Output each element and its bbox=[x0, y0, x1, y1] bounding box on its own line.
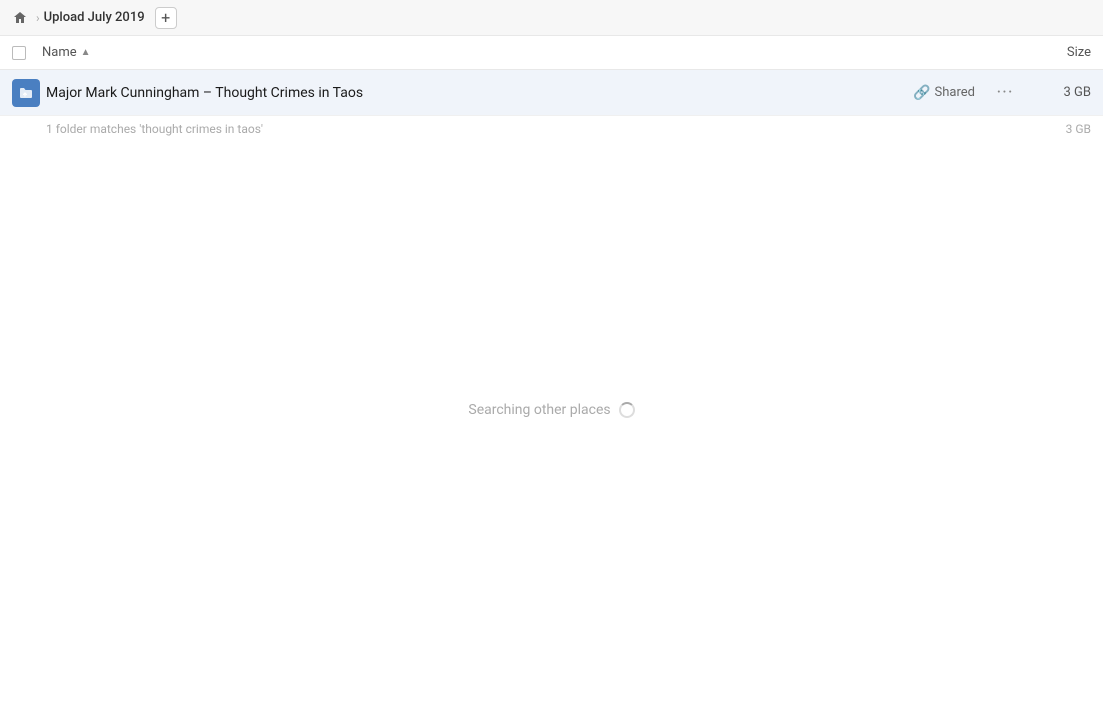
file-name: Major Mark Cunningham – Thought Crimes i… bbox=[46, 85, 913, 101]
breadcrumb-separator: › bbox=[36, 11, 40, 25]
more-options-button[interactable]: ··· bbox=[991, 79, 1019, 107]
sort-arrow-icon: ▲ bbox=[81, 47, 91, 58]
breadcrumb-bar: › Upload July 2019 + bbox=[0, 0, 1103, 36]
file-icon-wrap bbox=[12, 79, 42, 107]
name-column-header[interactable]: Name ▲ bbox=[42, 45, 1011, 60]
match-size: 3 GB bbox=[1066, 122, 1091, 136]
add-button[interactable]: + bbox=[155, 7, 177, 29]
match-text: 1 folder matches 'thought crimes in taos… bbox=[46, 122, 263, 136]
shared-label: Shared bbox=[935, 85, 975, 100]
match-info: 1 folder matches 'thought crimes in taos… bbox=[0, 116, 1103, 142]
breadcrumb-title: Upload July 2019 bbox=[44, 10, 145, 25]
shared-badge: 🔗 Shared bbox=[913, 85, 975, 101]
file-size: 3 GB bbox=[1031, 85, 1091, 100]
column-header: Name ▲ Size bbox=[0, 36, 1103, 70]
select-all-checkbox[interactable] bbox=[12, 46, 42, 60]
home-button[interactable] bbox=[12, 10, 28, 26]
size-column-header: Size bbox=[1011, 45, 1091, 60]
file-row[interactable]: Major Mark Cunningham – Thought Crimes i… bbox=[0, 70, 1103, 116]
loading-spinner bbox=[619, 402, 635, 418]
searching-section: Searching other places bbox=[0, 402, 1103, 418]
folder-icon bbox=[12, 79, 40, 107]
link-icon: 🔗 bbox=[913, 85, 930, 101]
searching-text: Searching other places bbox=[468, 402, 610, 418]
